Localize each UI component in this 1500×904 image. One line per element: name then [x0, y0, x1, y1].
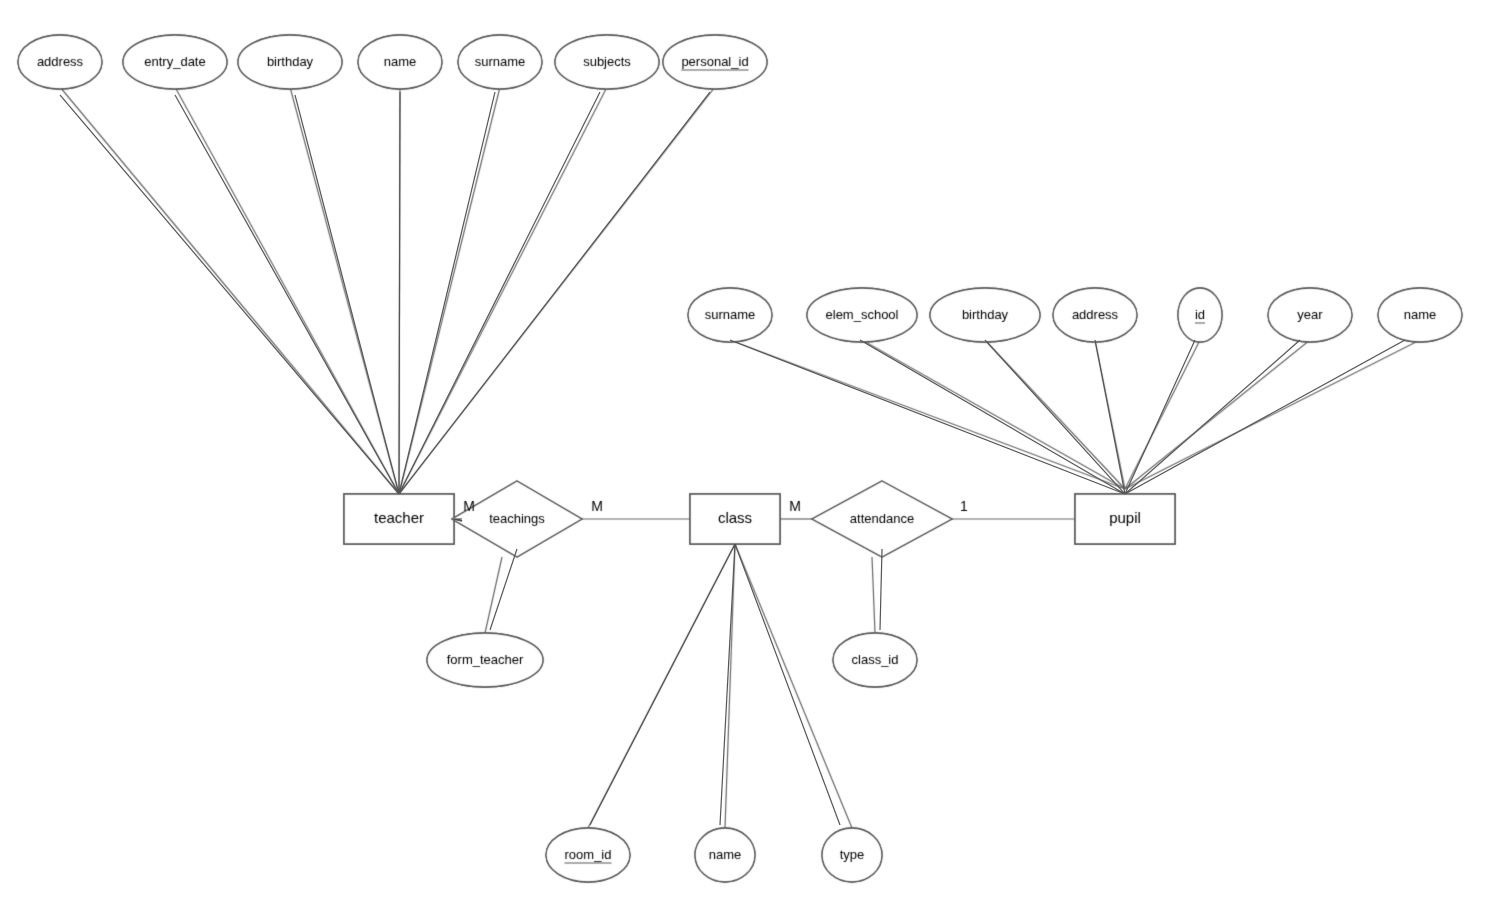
- er-diagram: [0, 0, 1500, 904]
- teachings-formteacher-line: [490, 549, 517, 630]
- teacher-surname-line: [399, 92, 495, 494]
- er-diagram-svg: [0, 0, 1500, 904]
- class-type-line: [735, 544, 840, 825]
- pupil-birthday-line: [985, 340, 1125, 494]
- pupil-name-line: [1125, 340, 1405, 494]
- teacher-subjects-line: [399, 92, 600, 494]
- teacher-personalid-line: [399, 92, 710, 494]
- teacher-birthday-line: [295, 95, 399, 494]
- teacher-entrydate-line: [175, 95, 399, 494]
- teacher-address-line: [60, 95, 399, 494]
- teacher-name-line: [399, 92, 400, 494]
- class-name-line: [720, 544, 735, 825]
- attendance-classid-line: [880, 549, 882, 630]
- class-roomid-line: [590, 544, 735, 825]
- pupil-surname-line: [730, 340, 1125, 494]
- pupil-address-line: [1095, 340, 1125, 494]
- pupil-id-line: [1125, 340, 1195, 494]
- pupil-year-line: [1125, 340, 1300, 494]
- pupil-elemschool-line: [860, 340, 1125, 494]
